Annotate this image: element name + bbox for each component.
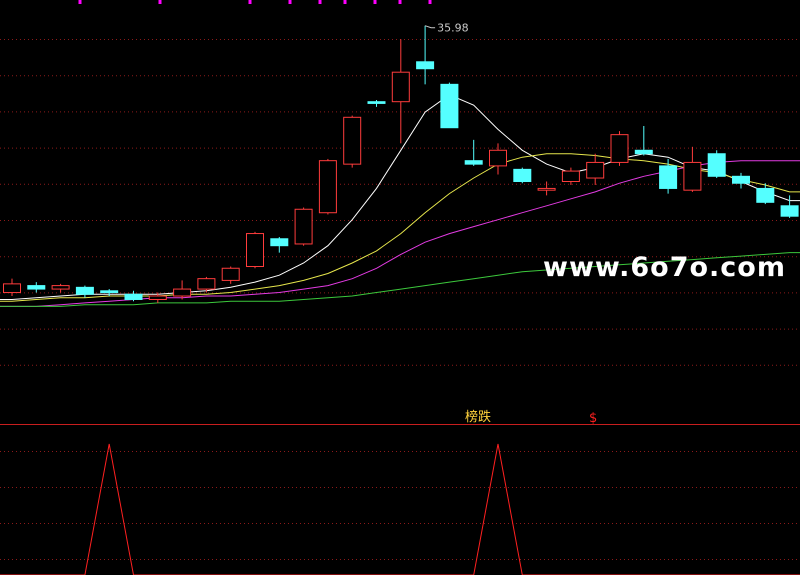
candle-body <box>294 208 313 245</box>
candle-body <box>51 285 70 290</box>
candle <box>318 158 337 215</box>
candle <box>246 231 264 269</box>
candle-body <box>367 101 386 104</box>
max-price-label: 35.98 <box>437 22 469 35</box>
candle-body <box>561 170 580 182</box>
candle <box>294 207 313 246</box>
candle-body <box>27 285 46 290</box>
candle-body <box>683 161 702 191</box>
candle-body <box>221 267 240 281</box>
top-tick <box>288 0 292 4</box>
top-tick <box>248 0 252 4</box>
candle-body <box>416 61 435 70</box>
candle <box>610 131 629 166</box>
candle-body <box>756 187 775 203</box>
candle-body <box>100 290 119 294</box>
candle-body <box>634 149 653 155</box>
candle <box>513 167 532 184</box>
candle-body <box>197 278 216 290</box>
candle-body <box>732 175 750 184</box>
candle-body <box>270 238 289 247</box>
candle-body <box>610 134 629 163</box>
candle-body <box>780 205 799 217</box>
candle-body <box>707 153 726 177</box>
candle <box>440 82 459 129</box>
candle <box>343 115 362 168</box>
candle-body <box>3 283 21 294</box>
candle-body <box>513 168 532 182</box>
candle-body <box>537 187 556 191</box>
watermark-text: www.6o7o.com <box>543 252 786 283</box>
candle-body <box>659 165 678 189</box>
candle-body <box>464 160 483 165</box>
candle-body <box>489 149 507 167</box>
candle-body <box>440 83 459 129</box>
top-tick <box>428 0 432 4</box>
candle-body <box>391 71 410 103</box>
candle-body <box>148 295 167 300</box>
top-tick <box>78 0 82 4</box>
candle-body <box>343 116 362 165</box>
top-tick <box>158 0 162 4</box>
candle-body <box>246 233 264 268</box>
candle-body <box>75 286 94 295</box>
signal-mark: $ <box>589 411 597 426</box>
top-tick <box>343 0 347 4</box>
signal-label: 榜跌 <box>465 409 491 425</box>
candle-body <box>586 161 605 179</box>
candle <box>707 150 726 179</box>
candle-body <box>173 288 192 297</box>
top-tick <box>373 0 377 4</box>
top-tick <box>398 0 402 4</box>
candle-body <box>124 293 143 300</box>
candle-body <box>318 160 337 214</box>
stock-chart: 35.98 www.6o7o.com 榜跌 $ <box>0 0 800 575</box>
top-tick <box>318 0 322 4</box>
